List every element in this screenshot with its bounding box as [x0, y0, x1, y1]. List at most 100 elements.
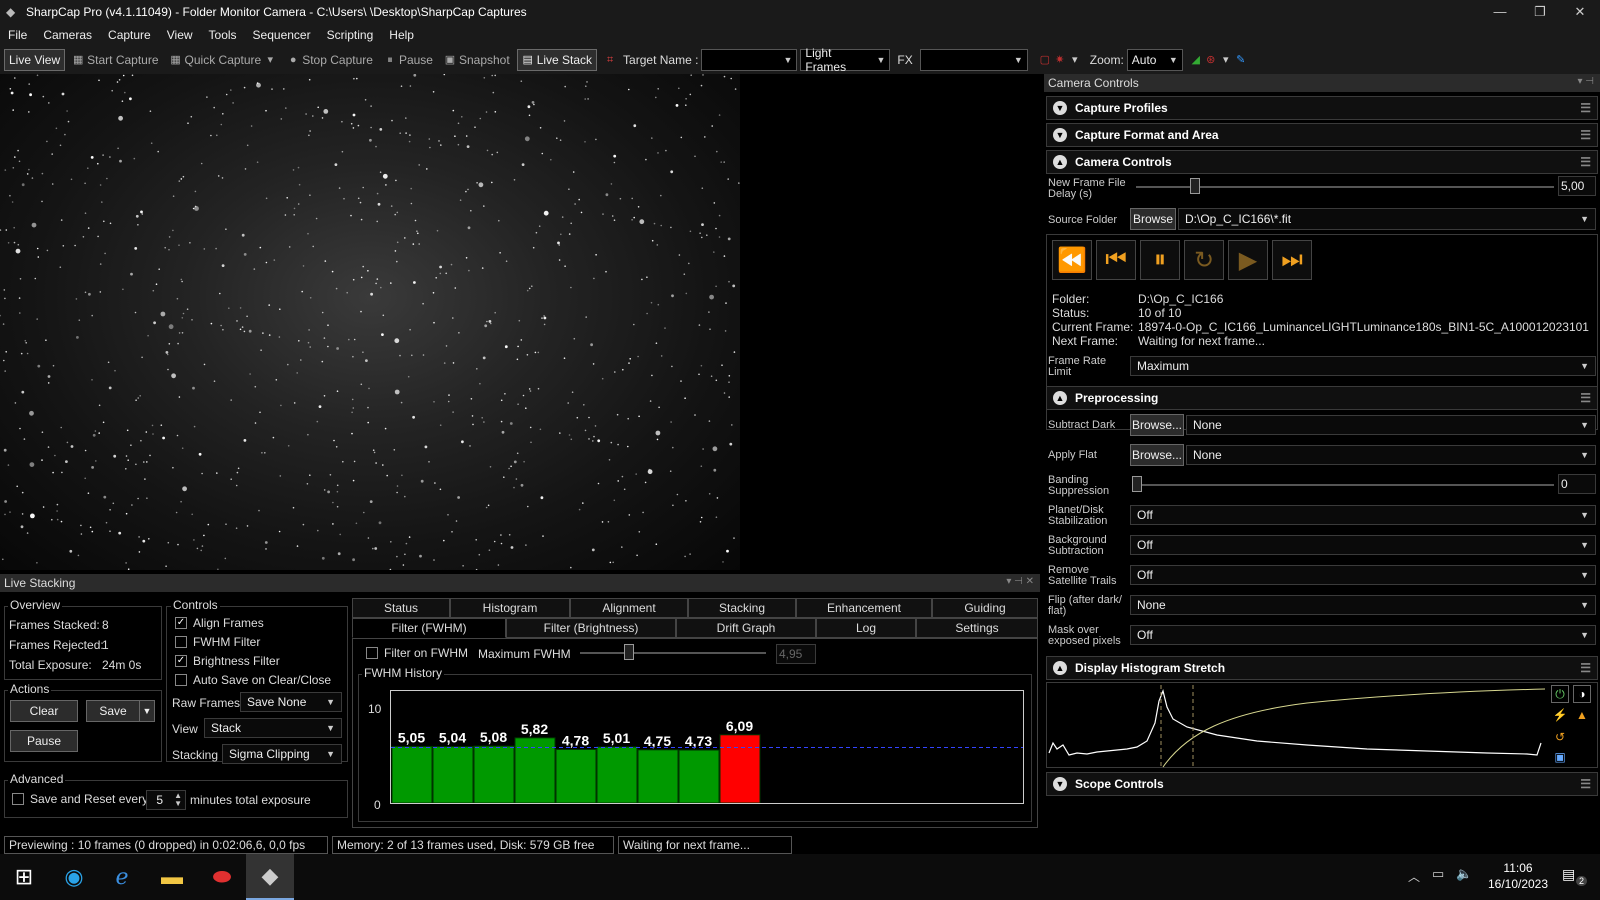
flip-combo[interactable]: None ▼ — [1130, 595, 1596, 615]
align-frames-checkbox[interactable]: ✓ Align Frames — [175, 616, 264, 630]
save-button[interactable]: Save — [86, 700, 140, 722]
section-display-histogram[interactable]: ▲ Display Histogram Stretch ☰ — [1046, 656, 1598, 680]
planet-combo[interactable]: Off ▼ — [1130, 505, 1596, 525]
menu-sequencer[interactable]: Sequencer — [245, 28, 319, 42]
reticle-icon[interactable]: ▢ — [1039, 54, 1051, 66]
subtract-dark-browse-button[interactable]: Browse... — [1130, 414, 1184, 436]
frame-type-combo[interactable]: Light Frames ▼ — [800, 46, 891, 74]
menu-scripting[interactable]: Scripting — [319, 28, 382, 42]
frame-rate-combo[interactable]: Maximum ▼ — [1130, 356, 1596, 376]
rewind-button[interactable]: ⏪ — [1052, 240, 1092, 280]
background-combo[interactable]: Off ▼ — [1130, 535, 1596, 555]
menu-icon[interactable]: ☰ — [1580, 128, 1591, 142]
menu-icon[interactable]: ☰ — [1580, 661, 1591, 675]
quick-capture-button[interactable]: ▦ Quick Capture ▾ — [166, 49, 281, 71]
save-icon[interactable]: ▣ — [1551, 749, 1569, 767]
auto-save-checkbox[interactable]: Auto Save on Clear/Close — [175, 673, 331, 687]
source-folder-combo[interactable]: D:\Op_C_IC166\*.fit ▼ — [1178, 208, 1596, 230]
section-preprocessing[interactable]: ▲ Preprocessing ☰ — [1046, 386, 1598, 410]
skip-back-button[interactable]: ⏮ — [1096, 240, 1136, 280]
menu-icon[interactable]: ☰ — [1580, 155, 1591, 169]
pause-playback-button[interactable]: ⏸ — [1140, 240, 1180, 280]
focus-icon[interactable]: ⊛ — [1205, 54, 1217, 66]
live-view-button[interactable]: Live View — [4, 49, 66, 71]
restore-button[interactable]: ❐ — [1520, 0, 1560, 24]
histogram-stretch-area[interactable]: ⏻ ◑ ⚡ ▲ ↺ ▣ — [1046, 682, 1598, 768]
camera-image[interactable] — [0, 74, 740, 570]
network-icon[interactable]: ▭ — [1432, 866, 1444, 882]
brightness-filter-checkbox[interactable]: ✓ Brightness Filter — [175, 654, 280, 668]
menu-capture[interactable]: Capture — [100, 28, 159, 42]
spinner-icon[interactable]: ▲ ▼ — [174, 792, 182, 808]
tab-guiding[interactable]: Guiding — [932, 598, 1038, 618]
max-fwhm-track[interactable] — [580, 652, 766, 654]
explorer-button[interactable]: ▬ — [148, 854, 196, 900]
new-frame-delay-input[interactable]: 5,00 — [1558, 176, 1596, 196]
menu-icon[interactable]: ☰ — [1580, 391, 1591, 405]
tab-log[interactable]: Log — [816, 618, 916, 638]
repeat-button[interactable]: ↻ — [1184, 240, 1224, 280]
section-capture-profiles[interactable]: ▼ Capture Profiles ☰ — [1046, 96, 1598, 120]
satellite-combo[interactable]: Off ▼ — [1130, 565, 1596, 585]
pause-button[interactable]: ⏸ Pause — [380, 49, 437, 71]
play-button[interactable]: ▶ — [1228, 240, 1268, 280]
section-camera-controls[interactable]: ▲ Camera Controls ☰ — [1046, 150, 1598, 174]
target-name-combo[interactable]: ▼ — [701, 49, 798, 71]
close-button[interactable]: ✕ — [1560, 0, 1600, 24]
fx-combo[interactable]: ▼ — [919, 49, 1028, 71]
snapshot-button[interactable]: ▣ Snapshot — [440, 49, 514, 71]
menu-help[interactable]: Help — [381, 28, 422, 42]
tab-enhancement[interactable]: Enhancement — [796, 598, 932, 618]
app-button[interactable]: ⬬ — [198, 854, 246, 900]
tab-filter-fwhm[interactable]: Filter (FWHM) — [352, 618, 506, 638]
contrast-icon[interactable]: ◑ — [1573, 685, 1591, 703]
lightning-icon[interactable]: ⚡ — [1551, 707, 1569, 725]
edge-button[interactable]: ◉ — [50, 854, 98, 900]
notifications-icon[interactable]: ▤ — [1562, 866, 1575, 883]
chevron-down-icon[interactable]: ▾ — [264, 54, 276, 66]
live-stack-button[interactable]: ▤ Live Stack — [516, 49, 598, 71]
apply-flat-combo[interactable]: None ▼ — [1186, 445, 1596, 465]
chevron-down-icon[interactable]: ▾ — [1069, 54, 1081, 66]
skip-forward-button[interactable]: ⏭ — [1272, 240, 1312, 280]
wand-icon[interactable]: ✎ — [1235, 54, 1247, 66]
start-button[interactable]: ⊞ — [0, 854, 48, 900]
banding-track[interactable] — [1136, 484, 1554, 486]
max-fwhm-slider[interactable] — [624, 644, 634, 660]
start-capture-button[interactable]: ▦ Start Capture — [68, 49, 162, 71]
banding-slider[interactable] — [1132, 476, 1142, 492]
tab-filter-brightness[interactable]: Filter (Brightness) — [506, 618, 676, 638]
apply-flat-browse-button[interactable]: Browse... — [1130, 444, 1184, 466]
mask-combo[interactable]: Off ▼ — [1130, 625, 1596, 645]
save-reset-minutes-input[interactable]: 5 ▲ ▼ — [146, 790, 186, 810]
new-frame-delay-slider[interactable] — [1189, 178, 1200, 194]
reset-icon[interactable]: ↺ — [1551, 729, 1569, 747]
volume-icon[interactable]: 🔈 — [1456, 866, 1472, 882]
tab-drift-graph[interactable]: Drift Graph — [676, 618, 816, 638]
lock-icon[interactable]: ▲ — [1573, 707, 1591, 725]
sharpcap-taskbar-button[interactable]: ◆ — [246, 854, 294, 900]
max-fwhm-input[interactable]: 4,95 — [776, 644, 816, 664]
menu-file[interactable]: File — [0, 28, 35, 42]
section-capture-format[interactable]: ▼ Capture Format and Area ☰ — [1046, 123, 1598, 147]
crosshair-icon[interactable]: ✷ — [1054, 54, 1066, 66]
view-combo[interactable]: Stack ▼ — [204, 718, 342, 738]
save-dropdown-button[interactable]: ▼ — [139, 700, 155, 722]
banding-input[interactable]: 0 — [1558, 474, 1596, 494]
section-scope-controls[interactable]: ▼ Scope Controls ☰ — [1046, 772, 1598, 796]
fwhm-filter-checkbox[interactable]: FWHM Filter — [175, 635, 260, 649]
pause-stack-button[interactable]: Pause — [10, 730, 78, 752]
histogram-icon[interactable]: ◢ — [1190, 54, 1202, 66]
tab-settings[interactable]: Settings — [916, 618, 1038, 638]
minimize-button[interactable]: — — [1480, 0, 1520, 24]
panel-pin-icon[interactable]: ▾ ⊣ — [1577, 76, 1594, 87]
tab-stacking[interactable]: Stacking — [688, 598, 796, 618]
ie-button[interactable]: ℯ — [98, 854, 146, 900]
chevron-down-icon[interactable]: ▾ — [1220, 54, 1232, 66]
menu-tools[interactable]: Tools — [201, 28, 245, 42]
zoom-combo[interactable]: Auto ▼ — [1126, 49, 1183, 71]
stop-capture-button[interactable]: ● Stop Capture — [283, 49, 377, 71]
clear-button[interactable]: Clear — [10, 700, 78, 722]
clock[interactable]: 11:06 16/10/2023 — [1478, 860, 1558, 892]
power-icon[interactable]: ⏻ — [1551, 685, 1569, 703]
